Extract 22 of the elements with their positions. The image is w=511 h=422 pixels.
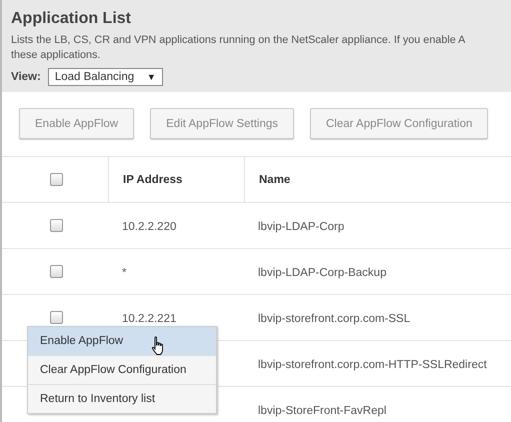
app-name: lbvip-LDAP-Corp xyxy=(257,220,344,232)
ip-address: * xyxy=(121,266,126,278)
select-all-checkbox[interactable] xyxy=(50,173,62,186)
description: these applications. xyxy=(11,48,102,63)
menu-item[interactable]: Return to Inventory list xyxy=(28,384,216,413)
row-checkbox[interactable] xyxy=(50,265,62,278)
view-dropdown[interactable]: Load Balancing ▼ xyxy=(48,68,163,86)
app-name: lbvip-LDAP-Corp-Backup xyxy=(257,266,386,278)
column-header: Name xyxy=(259,174,290,186)
description: Lists the LB, CS, CR and VPN applications running on the NetScaler appliance. If you enable A xyxy=(11,33,466,48)
app-name: lbvip-StoreFront-FavRepl xyxy=(257,404,386,416)
page-title: Application List xyxy=(11,10,132,28)
row-checkbox[interactable] xyxy=(50,219,62,232)
column-header: IP Address xyxy=(123,174,182,186)
row-checkbox[interactable] xyxy=(50,311,62,324)
view-label: View: xyxy=(11,71,41,83)
ip-address: 10.2.2.221 xyxy=(121,312,176,324)
ip-address: 10.2.2.220 xyxy=(121,220,176,232)
app-name: lbvip-storefront.corp.com-SSL xyxy=(257,312,410,324)
menu-item[interactable]: Enable AppFlow xyxy=(28,327,216,355)
app-name: lbvip-storefront.corp.com-HTTP-SSLRedirect xyxy=(257,358,487,370)
menu-item[interactable]: Clear AppFlow Configuration xyxy=(28,355,216,384)
